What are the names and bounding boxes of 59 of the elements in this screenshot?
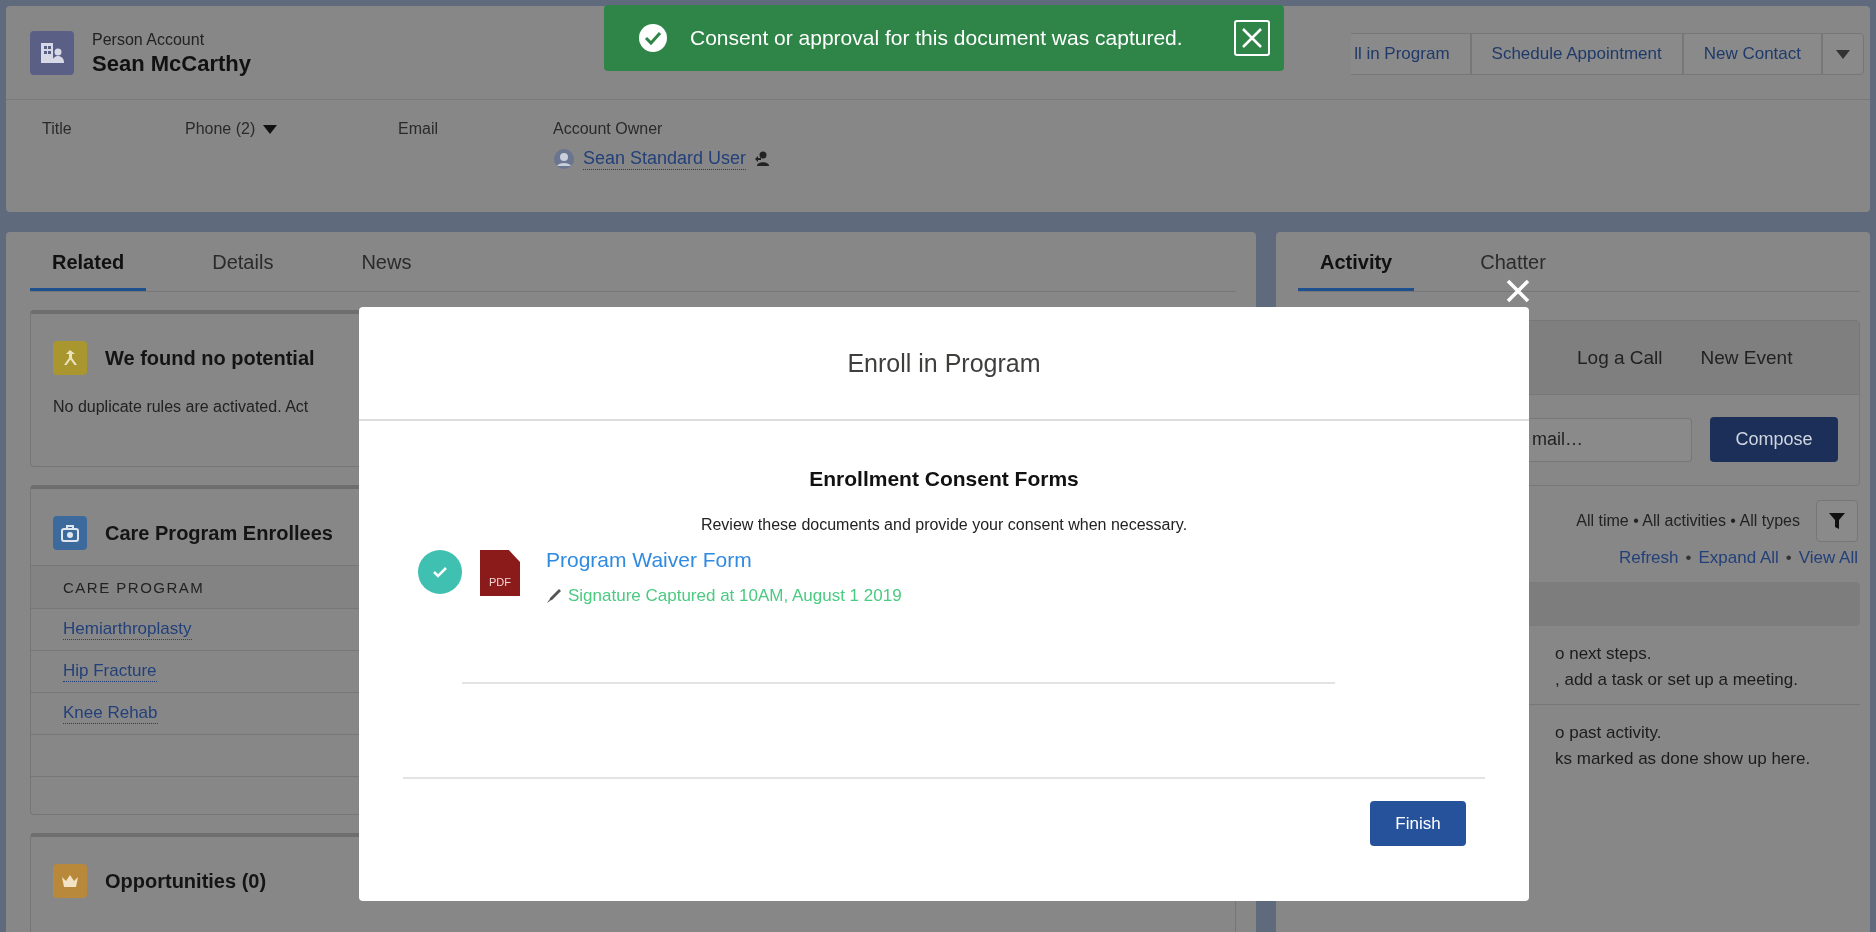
- activity-action[interactable]: Log a Call: [1577, 346, 1663, 369]
- close-icon: [1241, 27, 1263, 49]
- activity-link[interactable]: Refresh: [1619, 548, 1679, 568]
- action-button[interactable]: ll in Program: [1351, 33, 1471, 75]
- field-label: Title: [42, 120, 73, 138]
- record-type: Person Account: [92, 31, 206, 49]
- action-button[interactable]: Schedule Appointment: [1470, 33, 1683, 75]
- field-label: Account Owner: [553, 120, 664, 138]
- card-title: Care Program Enrollees: [105, 521, 333, 545]
- tab[interactable]: Activity: [1298, 251, 1415, 291]
- tab[interactable]: Details: [190, 251, 296, 291]
- card-title: Opportunities (0): [105, 869, 267, 893]
- merge-icon: [53, 341, 87, 375]
- filter-button[interactable]: [1816, 500, 1858, 542]
- tab[interactable]: News: [339, 251, 434, 291]
- medical-bag-icon: [53, 516, 87, 550]
- toast-message: Consent or approval for this document was captured.: [690, 26, 1183, 50]
- program-link[interactable]: Hip Fracture: [63, 661, 157, 682]
- empty-message: ks marked as done show up here.: [1555, 749, 1812, 769]
- more-actions-button[interactable]: [1822, 33, 1864, 75]
- activity-action[interactable]: New Event: [1700, 346, 1793, 369]
- empty-message: o past activity.: [1555, 723, 1663, 743]
- action-button[interactable]: New Contact: [1682, 33, 1822, 75]
- signature-status: Signature Captured at 10AM, August 1 2019: [568, 586, 902, 606]
- activity-link[interactable]: View All: [1798, 548, 1858, 568]
- separator-dot: •: [1685, 548, 1692, 568]
- finish-button[interactable]: Finish: [1370, 801, 1466, 846]
- field-label: Phone (2): [185, 120, 398, 138]
- filter-icon: [1828, 512, 1846, 530]
- program-link[interactable]: Hemiarthroplasty: [63, 619, 192, 640]
- record-name: Sean McCarthy: [92, 51, 251, 77]
- check-circle-icon: [638, 23, 668, 53]
- close-button[interactable]: [1505, 278, 1531, 304]
- caret-icon: [263, 124, 278, 134]
- change-owner-icon[interactable]: [754, 150, 771, 168]
- tab[interactable]: Related: [30, 251, 147, 291]
- avatar-icon: [553, 148, 575, 170]
- card-text: No duplicate rules are activated. Act: [53, 398, 309, 416]
- section-heading: Enrollment Consent Forms: [809, 467, 1079, 491]
- compose-button[interactable]: Compose: [1710, 417, 1838, 462]
- description: Review these documents and provide your consent when necessary.: [700, 516, 1188, 534]
- field-label: Email: [398, 120, 439, 138]
- separator-dot: •: [1785, 548, 1792, 568]
- activity-link[interactable]: Expand All: [1698, 548, 1779, 568]
- owner-link[interactable]: Sean Standard User: [583, 148, 747, 170]
- close-icon: [1505, 278, 1531, 304]
- empty-message: , add a task or set up a meeting.: [1555, 670, 1799, 690]
- tab[interactable]: Chatter: [1458, 251, 1568, 291]
- empty-message: o next steps.: [1555, 644, 1653, 664]
- caret-icon: [1836, 49, 1850, 59]
- card-title: We found no potential: [105, 346, 315, 370]
- pen-icon: [546, 588, 562, 604]
- program-link[interactable]: Knee Rehab: [63, 703, 158, 724]
- crown-icon: [53, 864, 87, 898]
- file-type-label: PDF: [489, 576, 511, 588]
- close-button[interactable]: [1234, 20, 1270, 56]
- modal-title: Enroll in Program: [847, 348, 1041, 378]
- filter-summary: All time • All activities • All types: [1576, 512, 1800, 530]
- account-icon: [30, 31, 74, 75]
